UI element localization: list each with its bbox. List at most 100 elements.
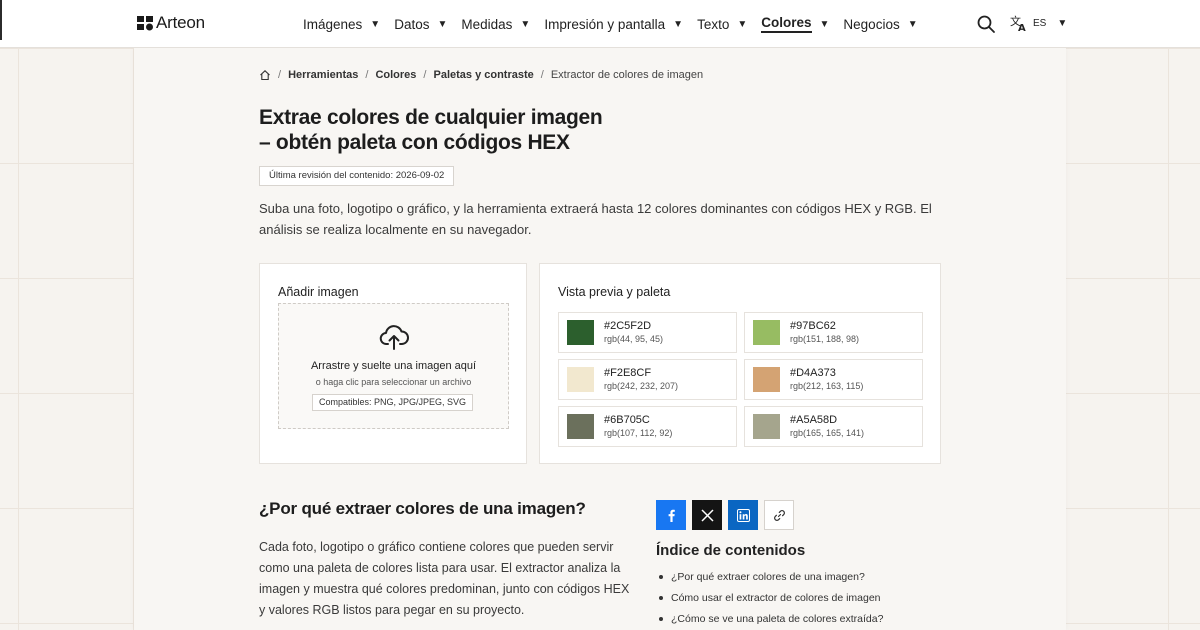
swatch-rgb: rgb(151, 188, 98) xyxy=(790,334,860,344)
page-title-line1: Extrae colores de cualquier imagen xyxy=(259,106,603,129)
toc-title: Índice de contenidos xyxy=(656,542,806,559)
brand-logo[interactable]: Arteon xyxy=(137,13,205,33)
nav-label: Imágenes xyxy=(303,16,363,32)
link-icon xyxy=(773,509,785,521)
share-buttons xyxy=(656,500,794,530)
breadcrumb-separator: / xyxy=(278,69,282,81)
nav-label: Texto xyxy=(697,16,730,32)
nav-item-datos[interactable]: Datos ▼ xyxy=(394,0,447,48)
swatch-hex: #97BC62 xyxy=(790,320,836,332)
caret-down-icon: ▼ xyxy=(673,18,684,30)
breadcrumb-current: Extractor de colores de imagen xyxy=(550,69,704,81)
breadcrumb-separator: / xyxy=(540,69,544,81)
copy-link-button[interactable] xyxy=(764,500,794,530)
translate-icon: 文 A xyxy=(1010,14,1026,32)
swatch-rgb: rgb(107, 112, 92) xyxy=(604,428,673,438)
nav-item-texto[interactable]: Texto ▼ xyxy=(697,0,747,48)
toc-item[interactable]: ¿Por qué extraer colores de una imagen? xyxy=(656,570,883,591)
top-navigation-bar: Arteon Imágenes ▼ Datos ▼ Medidas ▼ Impr… xyxy=(0,0,1200,48)
caret-down-icon: ▼ xyxy=(907,18,918,30)
swatch-rgb: rgb(242, 232, 207) xyxy=(604,381,679,391)
color-chip xyxy=(567,367,594,392)
search-button[interactable] xyxy=(976,14,996,34)
dropzone-main-text: Arrastre y suelte una imagen aquí xyxy=(310,360,477,372)
cloud-upload-icon xyxy=(379,325,409,350)
color-swatch[interactable]: #A5A58D rgb(165, 165, 141) xyxy=(744,406,923,447)
swatch-rgb: rgb(165, 165, 141) xyxy=(790,428,865,438)
share-linkedin-button[interactable] xyxy=(728,500,758,530)
caret-down-icon: ▼ xyxy=(520,18,531,30)
revision-badge: Última revisión del contenido: 2026-09-0… xyxy=(259,166,455,186)
home-icon[interactable] xyxy=(259,69,271,81)
main-nav: Imágenes ▼ Datos ▼ Medidas ▼ Impresión y… xyxy=(303,0,932,48)
swatch-hex: #D4A373 xyxy=(790,367,836,379)
brand-name: Arteon xyxy=(156,13,205,32)
window-edge xyxy=(0,0,2,40)
caret-down-icon: ▼ xyxy=(737,18,748,30)
why-section-text: Cada foto, logotipo o gráfico contiene c… xyxy=(259,540,630,617)
palette-grid: #2C5F2D rgb(44, 95, 45) #97BC62 rgb(151,… xyxy=(558,312,924,447)
breadcrumb-paletas[interactable]: Paletas y contraste xyxy=(433,69,533,81)
upload-panel: Añadir imagen Arrastre y suelte una imag… xyxy=(259,263,527,464)
color-swatch[interactable]: #2C5F2D rgb(44, 95, 45) xyxy=(558,312,737,353)
intro-text: Suba una foto, logotipo o gráfico, y la … xyxy=(259,201,932,237)
x-icon xyxy=(700,508,714,522)
language-selector[interactable]: 文 A ES ▼ xyxy=(1010,14,1067,32)
nav-label: Negocios xyxy=(843,16,900,32)
caret-down-icon: ▼ xyxy=(1057,17,1068,29)
linkedin-icon xyxy=(736,508,750,522)
nav-label: Medidas xyxy=(461,16,513,32)
language-code: ES xyxy=(1033,17,1047,29)
supported-formats-badge: Compatibles: PNG, JPG/JPEG, SVG xyxy=(312,394,474,411)
nav-label: Colores xyxy=(761,15,812,33)
share-x-button[interactable] xyxy=(692,500,722,530)
breadcrumb-colores[interactable]: Colores xyxy=(375,69,416,81)
image-dropzone[interactable]: Arrastre y suelte una imagen aquí o haga… xyxy=(278,303,509,429)
nav-item-impresion[interactable]: Impresión y pantalla ▼ xyxy=(544,0,683,48)
share-facebook-button[interactable] xyxy=(656,500,686,530)
color-chip xyxy=(753,367,780,392)
toc-item[interactable]: Cómo usar el extractor de colores de ima… xyxy=(656,591,883,612)
color-swatch[interactable]: #D4A373 rgb(212, 163, 115) xyxy=(744,359,923,400)
dropzone-sub-text: o haga clic para seleccionar un archivo xyxy=(315,377,472,387)
page-title-line2: – obtén paleta con códigos HEX xyxy=(259,131,570,154)
color-chip xyxy=(567,320,594,345)
swatch-hex: #F2E8CF xyxy=(604,367,652,379)
preview-panel-title: Vista previa y paleta xyxy=(558,285,671,299)
swatch-rgb: rgb(212, 163, 115) xyxy=(790,381,864,391)
upload-panel-title: Añadir imagen xyxy=(278,285,359,299)
color-swatch[interactable]: #F2E8CF rgb(242, 232, 207) xyxy=(558,359,737,400)
swatch-hex: #6B705C xyxy=(604,414,650,426)
swatch-rgb: rgb(44, 95, 45) xyxy=(604,334,664,344)
breadcrumb-separator: / xyxy=(423,69,427,81)
color-chip xyxy=(753,414,780,439)
color-chip xyxy=(567,414,594,439)
nav-item-medidas[interactable]: Medidas ▼ xyxy=(461,0,530,48)
nav-item-negocios[interactable]: Negocios ▼ xyxy=(843,0,917,48)
breadcrumb-separator: / xyxy=(365,69,369,81)
toc-item[interactable]: ¿Cómo se ve una paleta de colores extraí… xyxy=(656,612,883,630)
why-section-title: ¿Por qué extraer colores de una imagen? xyxy=(259,499,586,518)
swatch-hex: #2C5F2D xyxy=(604,320,652,332)
toc-list: ¿Por qué extraer colores de una imagen? … xyxy=(656,570,883,630)
color-chip xyxy=(753,320,780,345)
main-content: / Herramientas / Colores / Paletas y con… xyxy=(134,48,1066,630)
nav-item-imagenes[interactable]: Imágenes ▼ xyxy=(303,0,380,48)
caret-down-icon: ▼ xyxy=(370,18,381,30)
breadcrumb-herramientas[interactable]: Herramientas xyxy=(288,69,358,81)
facebook-icon xyxy=(668,509,675,522)
caret-down-icon: ▼ xyxy=(819,18,830,30)
arteon-logo-icon xyxy=(137,16,153,31)
page-title: Extrae colores de cualquier imagen – obt… xyxy=(259,105,659,155)
preview-panel: Vista previa y paleta #2C5F2D rgb(44, 95… xyxy=(539,263,941,464)
nav-label: Impresión y pantalla xyxy=(544,16,666,32)
svg-text:A: A xyxy=(1018,23,1026,32)
caret-down-icon: ▼ xyxy=(437,18,448,30)
breadcrumb: / Herramientas / Colores / Paletas y con… xyxy=(259,69,703,81)
color-swatch[interactable]: #97BC62 rgb(151, 188, 98) xyxy=(744,312,923,353)
search-icon xyxy=(977,15,995,33)
nav-label: Datos xyxy=(394,16,430,32)
color-swatch[interactable]: #6B705C rgb(107, 112, 92) xyxy=(558,406,737,447)
nav-item-colores[interactable]: Colores ▼ xyxy=(761,0,829,48)
swatch-hex: #A5A58D xyxy=(790,414,838,426)
